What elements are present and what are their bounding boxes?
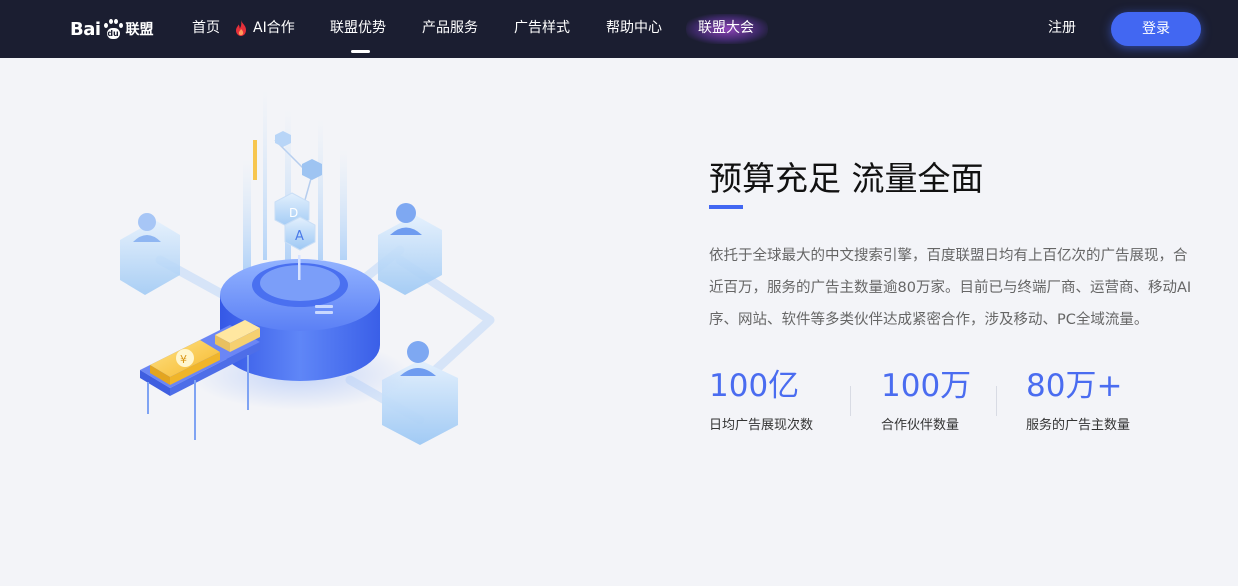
- nav-item-products[interactable]: 产品服务: [422, 18, 478, 38]
- stat-value: 100亿: [709, 368, 800, 404]
- login-button[interactable]: 登录: [1111, 12, 1201, 46]
- stat-advertisers: 80万+ 服务的广告主数量: [1026, 366, 1130, 433]
- cube-letter-d: D: [289, 206, 298, 220]
- traffic-hub-illustration: D A ¥: [120, 90, 495, 445]
- top-navbar: Bai du 联盟 首页 AI合作 联盟优势 产品服务 广告样式 帮助中心 联盟…: [0, 0, 1238, 58]
- floating-data-cubes: D A: [274, 131, 322, 251]
- stat-label: 日均广告展现次数: [709, 418, 814, 433]
- fire-icon: [236, 20, 246, 36]
- stat-partners: 100万 合作伙伴数量: [881, 366, 971, 433]
- logo-text-bai: Bai: [70, 18, 101, 40]
- logo-text-union: 联盟: [125, 22, 154, 38]
- stat-value: 100万: [881, 368, 972, 404]
- stat-divider: [850, 386, 851, 416]
- hero-description: 依托于全球最大的中文搜索引擎，百度联盟日均有上百亿次的广告展现，合 近百万，服务…: [709, 240, 1238, 336]
- user-box-left: [120, 213, 180, 295]
- nav-item-conference[interactable]: 联盟大会: [698, 18, 754, 38]
- hero-title: 预算充足 流量全面: [709, 159, 984, 198]
- description-line: 近百万，服务的广告主数量逾80万家。目前已与终端厂商、运营商、移动AI: [709, 280, 1192, 296]
- yen-symbol: ¥: [180, 353, 187, 366]
- description-line: 序、网站、软件等多类伙伴达成紧密合作，涉及移动、PC全域流量。: [709, 312, 1149, 328]
- nav-item-advantages[interactable]: 联盟优势: [330, 18, 386, 38]
- title-underline: [709, 205, 743, 209]
- nav-item-ad-styles[interactable]: 广告样式: [514, 18, 570, 38]
- stat-divider: [996, 386, 997, 416]
- stat-label: 合作伙伴数量: [881, 418, 960, 433]
- stat-value: 80万+: [1026, 368, 1123, 404]
- cube-letter-a: A: [295, 229, 304, 244]
- central-hub-cylinder: [220, 255, 380, 381]
- baidu-paw-icon: du: [102, 18, 124, 40]
- nav-item-home[interactable]: 首页: [192, 18, 220, 38]
- nav-active-indicator: [351, 50, 370, 53]
- stat-label: 服务的广告主数量: [1026, 418, 1131, 433]
- nav-item-ai-cooperation[interactable]: AI合作: [253, 18, 295, 38]
- description-line: 依托于全球最大的中文搜索引擎，百度联盟日均有上百亿次的广告展现，合: [709, 248, 1188, 264]
- stat-daily-impressions: 100亿 日均广告展现次数: [709, 366, 813, 433]
- register-link[interactable]: 注册: [1048, 18, 1076, 38]
- baidu-union-logo[interactable]: Bai du 联盟: [70, 14, 154, 44]
- nav-item-help-center[interactable]: 帮助中心: [606, 18, 662, 38]
- logo-text-du: du: [107, 29, 119, 38]
